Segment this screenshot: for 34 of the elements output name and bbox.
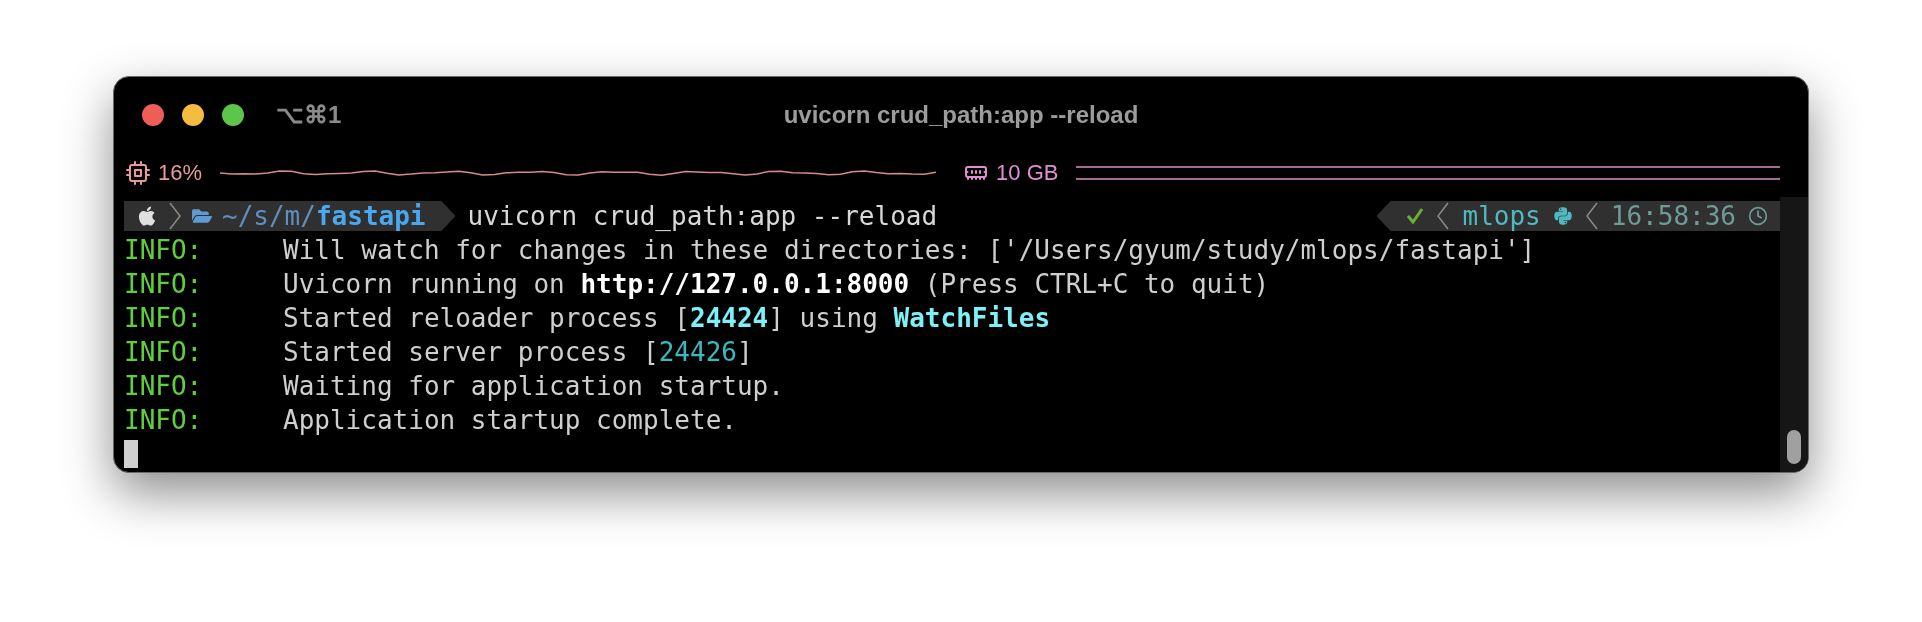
apple-icon	[136, 205, 158, 227]
chevron-separator-icon	[168, 202, 182, 230]
log-message: Waiting for application startup.	[283, 371, 784, 401]
log-message: Started reloader process [24424] using WatchFiles	[283, 303, 1051, 333]
memory-usage: 10 GB	[996, 160, 1059, 186]
close-button[interactable]	[142, 104, 164, 126]
window-title: uvicorn crud_path:app --reload	[783, 101, 1139, 129]
log-message: Will watch for changes in these directories: ['/Users/gyum/study/mlops/fastapi']	[283, 235, 1536, 265]
log-level: INFO:	[124, 269, 204, 299]
log-level: INFO:	[124, 337, 204, 367]
chevron-separator-icon	[1584, 202, 1599, 230]
chevron-separator-icon	[1436, 202, 1451, 230]
zoom-button[interactable]	[222, 104, 244, 126]
folder-icon	[192, 206, 212, 226]
cpu-icon	[126, 161, 150, 185]
log-message: Uvicorn running on http://127.0.0.1:8000 (Press CTRL+C to quit)	[283, 269, 1270, 299]
tab-shortcut: ⌥⌘1	[276, 101, 342, 129]
clock-icon	[1748, 206, 1768, 226]
path-prefix: ~/s/m/	[222, 201, 316, 231]
path-current: fastapi	[315, 201, 426, 231]
log-level: INFO:	[124, 405, 204, 435]
virtualenv-name: mlops	[1462, 201, 1541, 231]
command-text: uvicorn crud_path:app --reload	[467, 201, 938, 231]
log-message: Started server process [24426]	[283, 337, 753, 367]
prompt-time: 16:58:36	[1610, 201, 1736, 231]
log-level: INFO:	[124, 303, 204, 333]
text-cursor	[124, 440, 138, 468]
log-level: INFO:	[124, 235, 204, 265]
python-icon	[1552, 206, 1573, 226]
cpu-usage: 16%	[158, 160, 203, 186]
minimize-button[interactable]	[182, 104, 204, 126]
log-message: Application startup complete.	[283, 405, 737, 435]
log-level: INFO:	[124, 371, 204, 401]
scrollbar-thumb[interactable]	[1787, 430, 1801, 464]
